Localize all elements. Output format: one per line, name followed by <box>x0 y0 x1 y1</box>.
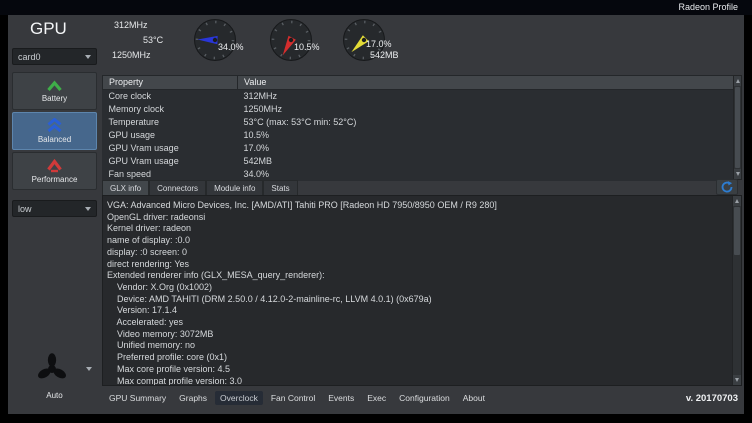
column-header-property: Property <box>103 76 238 90</box>
screen: Radeon Profile GPU card0 Battery Bal <box>0 0 752 423</box>
gpu-heading: GPU <box>30 19 67 39</box>
scroll-down-icon <box>736 172 740 176</box>
balanced-double-chevron-icon <box>46 118 63 133</box>
balanced-profile-button[interactable]: Balanced <box>12 112 97 150</box>
radeon-profile-window: GPU card0 Battery Balanced <box>8 15 744 414</box>
refresh-icon <box>721 181 733 193</box>
table-row[interactable]: Temperature53°C (max: 53°C min: 52°C) <box>103 116 734 129</box>
scroll-up-icon <box>735 199 739 203</box>
gpu-summary-table: Property Value Core clock312MHz Memory c… <box>102 75 734 181</box>
value-cell: 542MB <box>238 155 734 168</box>
power-level-select[interactable]: low <box>12 200 97 217</box>
value-cell: 10.5% <box>238 129 734 142</box>
chevron-down-icon <box>86 367 92 371</box>
glx-scrollbar[interactable] <box>732 196 741 385</box>
scroll-down-icon <box>735 378 739 382</box>
balanced-profile-label: Balanced <box>38 135 71 144</box>
gpu-usage-gauge <box>269 18 313 62</box>
tab-module-info[interactable]: Module info <box>206 180 263 195</box>
gpu-summary-panel: 312MHz 53°C 1250MHz 34.0% <box>101 15 744 414</box>
tab-graphs[interactable]: Graphs <box>174 391 212 405</box>
tab-gpu-summary[interactable]: GPU Summary <box>104 391 171 405</box>
property-cell: Core clock <box>103 90 238 104</box>
performance-profile-label: Performance <box>32 175 78 184</box>
property-cell: GPU Vram usage <box>103 142 238 155</box>
battery-profile-button[interactable]: Battery <box>12 72 97 110</box>
table-row[interactable]: Core clock312MHz <box>103 90 734 104</box>
performance-profile-button[interactable]: Performance <box>12 152 97 190</box>
glx-info-text: VGA: Advanced Micro Devices, Inc. [AMD/A… <box>103 196 741 386</box>
scrollbar-thumb[interactable] <box>735 87 740 168</box>
table-row[interactable]: GPU Vram usage542MB <box>103 155 734 168</box>
fan-speed-gauge <box>193 18 237 62</box>
scrollbar-thumb[interactable] <box>734 207 740 255</box>
value-cell: 1250MHz <box>238 103 734 116</box>
sidebar: GPU card0 Battery Balanced <box>8 15 101 414</box>
property-cell: GPU usage <box>103 129 238 142</box>
tab-about[interactable]: About <box>458 391 490 405</box>
card-select[interactable]: card0 <box>12 48 97 65</box>
scroll-down-button[interactable] <box>733 375 741 385</box>
glx-info-panel: VGA: Advanced Micro Devices, Inc. [AMD/A… <box>102 195 742 386</box>
table-row[interactable]: Memory clock1250MHz <box>103 103 734 116</box>
power-level-value: low <box>18 204 32 214</box>
value-cell: 53°C (max: 53°C min: 52°C) <box>238 116 734 129</box>
value-cell: 17.0% <box>238 142 734 155</box>
scroll-up-icon <box>736 79 740 83</box>
value-cell: 312MHz <box>238 90 734 104</box>
vram-usage-mb: 542MB <box>370 50 399 60</box>
column-header-value: Value <box>238 76 734 90</box>
table-row[interactable]: GPU Vram usage17.0% <box>103 142 734 155</box>
table-row[interactable]: GPU usage10.5% <box>103 129 734 142</box>
table-scrollbar[interactable] <box>733 75 742 180</box>
value-cell: 34.0% <box>238 168 734 181</box>
performance-arrow-icon <box>46 159 63 173</box>
fan-profile-label: Auto <box>8 391 101 400</box>
scroll-up-button[interactable] <box>733 196 741 206</box>
property-cell: Memory clock <box>103 103 238 116</box>
refresh-button[interactable] <box>716 179 738 195</box>
table-header-row: Property Value <box>103 76 734 90</box>
memory-clock-readout: 1250MHz <box>112 50 151 60</box>
scroll-up-button[interactable] <box>734 76 741 86</box>
fan-speed-value: 34.0% <box>218 42 244 52</box>
tab-connectors[interactable]: Connectors <box>149 180 206 195</box>
version-label: v. 20170703 <box>686 393 738 404</box>
tab-stats[interactable]: Stats <box>263 180 297 195</box>
chevron-down-icon <box>85 55 91 59</box>
tab-fan-control[interactable]: Fan Control <box>266 391 320 405</box>
tab-glx-info[interactable]: GLX info <box>102 180 149 195</box>
scrollbar-track[interactable] <box>733 256 741 375</box>
card-select-value: card0 <box>18 52 41 62</box>
property-cell: Temperature <box>103 116 238 129</box>
tab-overclock[interactable]: Overclock <box>215 391 263 405</box>
fan-icon <box>36 353 68 385</box>
battery-profile-label: Battery <box>42 94 67 103</box>
chevron-down-icon <box>85 207 91 211</box>
property-cell: GPU Vram usage <box>103 155 238 168</box>
battery-chevron-up-icon <box>46 80 63 92</box>
tab-events[interactable]: Events <box>323 391 359 405</box>
main-tab-bar: GPU Summary Graphs Overclock Fan Control… <box>104 390 738 406</box>
temperature-readout: 53°C <box>143 35 163 45</box>
tab-configuration[interactable]: Configuration <box>394 391 455 405</box>
vram-usage-percent: 17.0% <box>366 39 392 49</box>
core-clock-readout: 312MHz <box>114 20 148 30</box>
info-tabs: GLX info Connectors Module info Stats <box>102 180 298 195</box>
tab-exec[interactable]: Exec <box>362 391 391 405</box>
gpu-usage-value: 10.5% <box>294 42 320 52</box>
window-title: Radeon Profile <box>678 2 738 12</box>
window-titlebar[interactable]: Radeon Profile <box>0 0 752 15</box>
fan-profile-button[interactable] <box>30 353 94 387</box>
scroll-down-button[interactable] <box>734 169 741 179</box>
